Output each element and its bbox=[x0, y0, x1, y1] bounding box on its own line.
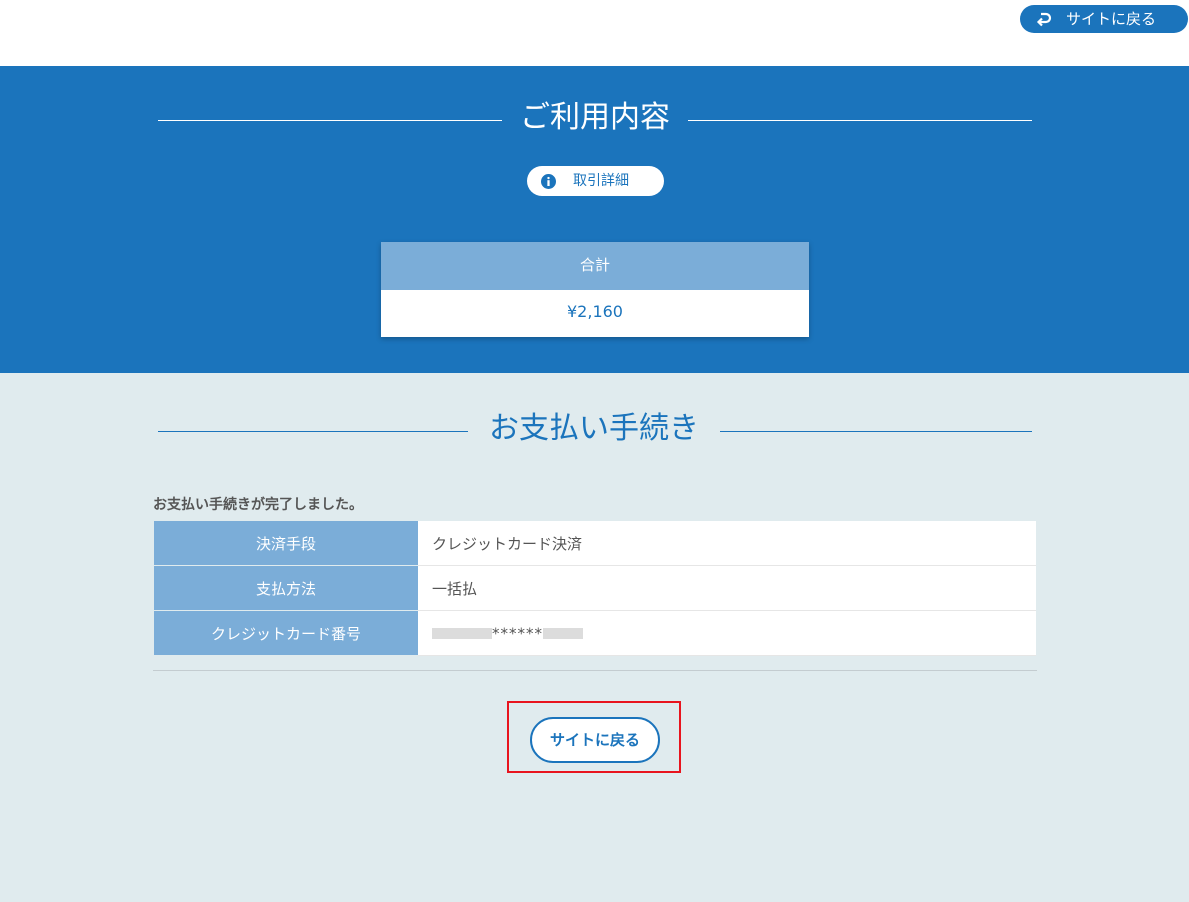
payment-type-label: 支払方法 bbox=[154, 565, 418, 611]
payment-title: お支払い手続き bbox=[489, 411, 699, 446]
back-to-site-label-top: サイトに戻る bbox=[1066, 10, 1157, 28]
card-number-redacted-prefix bbox=[432, 627, 492, 639]
info-icon bbox=[541, 174, 556, 189]
divider bbox=[153, 670, 1037, 671]
title-rule-right bbox=[688, 120, 1032, 121]
usage-title: ご利用内容 bbox=[520, 100, 670, 135]
payment-method-label: 決済手段 bbox=[154, 521, 418, 566]
total-label: 合計 bbox=[381, 242, 809, 290]
completion-message: お支払い手続きが完了しました。 bbox=[153, 497, 363, 513]
table-row: クレジットカード番号 ****** bbox=[154, 610, 1036, 656]
return-arrow-icon bbox=[1036, 12, 1052, 27]
payment-method-value: クレジットカード決済 bbox=[418, 521, 1036, 566]
card-number-cell: ****** bbox=[418, 610, 1036, 656]
top-bar: サイトに戻る bbox=[0, 0, 1189, 66]
back-to-site-button[interactable]: サイトに戻る bbox=[530, 717, 660, 763]
total-value: ¥2,160 bbox=[381, 290, 809, 337]
card-number-redacted-suffix bbox=[543, 627, 583, 639]
table-row: 支払方法 一括払 bbox=[154, 565, 1036, 611]
total-card: 合計 ¥2,160 bbox=[381, 242, 809, 337]
payment-complete-page: サイトに戻る ご利用内容 取引詳細 合計 ¥2,160 お支払い手続き お支払い… bbox=[0, 0, 1189, 902]
title-rule-left bbox=[158, 120, 502, 121]
usage-section: ご利用内容 取引詳細 合計 ¥2,160 bbox=[0, 66, 1189, 373]
payment-type-value: 一括払 bbox=[418, 565, 1036, 611]
transaction-detail-button[interactable]: 取引詳細 bbox=[527, 166, 664, 196]
card-number-masked: ****** bbox=[492, 624, 543, 643]
back-to-site-button-top[interactable]: サイトに戻る bbox=[1020, 5, 1188, 33]
payment-section: お支払い手続き お支払い手続きが完了しました。 決済手段 クレジットカード決済 … bbox=[0, 373, 1189, 902]
transaction-detail-label: 取引詳細 bbox=[573, 173, 629, 189]
table-row: 決済手段 クレジットカード決済 bbox=[154, 521, 1036, 566]
payment-rule-right bbox=[720, 431, 1032, 432]
card-number-label: クレジットカード番号 bbox=[154, 610, 418, 656]
payment-info-table: 決済手段 クレジットカード決済 支払方法 一括払 クレジットカード番号 ****… bbox=[154, 521, 1036, 656]
payment-rule-left bbox=[158, 431, 468, 432]
